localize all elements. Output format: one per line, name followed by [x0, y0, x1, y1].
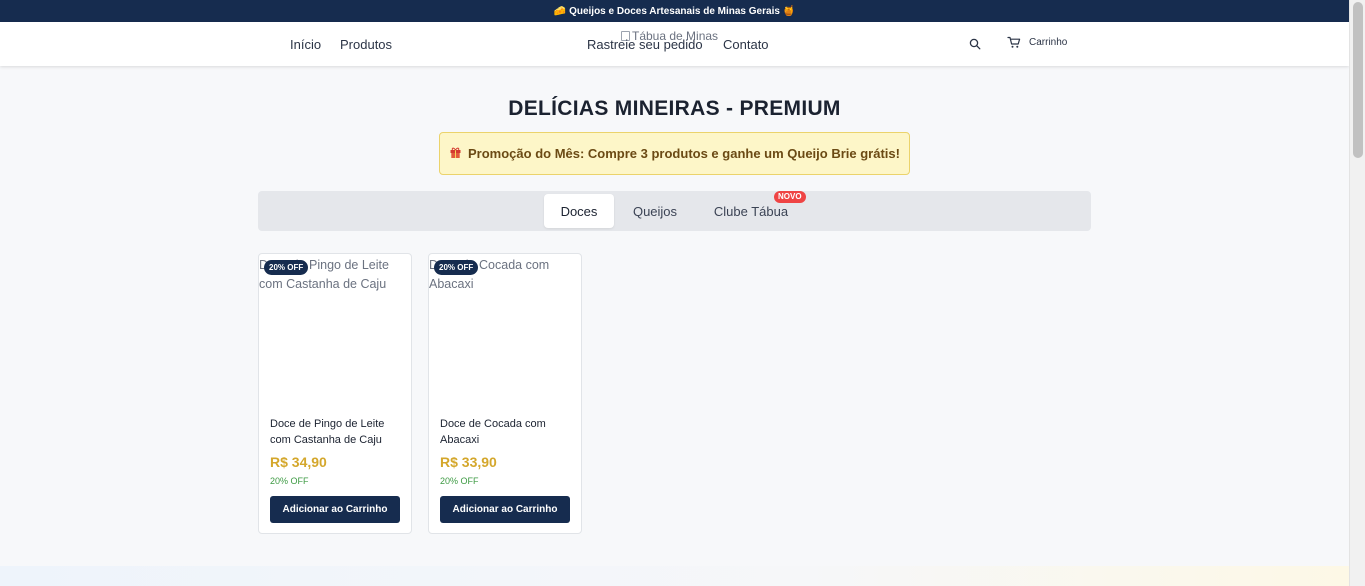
discount-badge: 20% OFF: [434, 260, 479, 275]
search-button[interactable]: [969, 37, 983, 51]
add-to-cart-button[interactable]: Adicionar ao Carrinho: [440, 496, 570, 523]
promo-banner: Promoção do Mês: Compre 3 produtos e gan…: [439, 132, 910, 175]
add-to-cart-button[interactable]: Adicionar ao Carrinho: [270, 496, 400, 523]
product-card: Doce de Pingo de Leite com Castanha de C…: [258, 253, 412, 534]
page-title: DELÍCIAS MINEIRAS - PREMIUM: [508, 97, 841, 120]
nav-link-produtos[interactable]: Produtos: [340, 37, 392, 52]
nav-link-inicio[interactable]: Início: [290, 37, 321, 52]
footer-strip: [0, 566, 1349, 586]
product-card: Doce de Cocada com Abacaxi 20% OFF Doce …: [428, 253, 582, 534]
scrollbar[interactable]: [1349, 0, 1365, 586]
category-tabs: Doces Queijos Clube Tábua: [258, 191, 1091, 231]
product-image[interactable]: Doce de Pingo de Leite com Castanha de C…: [259, 256, 411, 406]
tab-queijos[interactable]: Queijos: [624, 194, 686, 228]
cart-icon: [1007, 36, 1021, 48]
nav-link-contato[interactable]: Contato: [723, 37, 769, 52]
cart-label: Carrinho: [1029, 37, 1068, 48]
product-name[interactable]: Doce de Pingo de Leite com Castanha de C…: [270, 416, 405, 448]
tab-doces[interactable]: Doces: [544, 194, 614, 228]
cart-button[interactable]: Carrinho: [1007, 36, 1067, 49]
product-image[interactable]: Doce de Cocada com Abacaxi: [429, 256, 581, 406]
navbar: Início Produtos Tábua de Minas Rastreie …: [0, 22, 1349, 66]
product-price: R$ 33,90: [440, 454, 497, 470]
product-discount-text: 20% OFF: [440, 476, 479, 486]
product-price: R$ 34,90: [270, 454, 327, 470]
announcement-bar: 🧀 Queijos e Doces Artesanais de Minas Ge…: [0, 0, 1349, 22]
promo-text: Promoção do Mês: Compre 3 produtos e gan…: [468, 146, 900, 161]
new-badge: NOVO: [774, 191, 806, 203]
gift-icon: [449, 146, 462, 162]
announcement-text: 🧀 Queijos e Doces Artesanais de Minas Ge…: [553, 5, 796, 17]
discount-badge: 20% OFF: [264, 260, 309, 275]
product-discount-text: 20% OFF: [270, 476, 309, 486]
scrollbar-thumb[interactable]: [1353, 2, 1363, 158]
search-icon: [969, 38, 981, 50]
product-name[interactable]: Doce de Cocada com Abacaxi: [440, 416, 575, 448]
nav-link-rastreie[interactable]: Rastreie seu pedido: [587, 37, 703, 52]
